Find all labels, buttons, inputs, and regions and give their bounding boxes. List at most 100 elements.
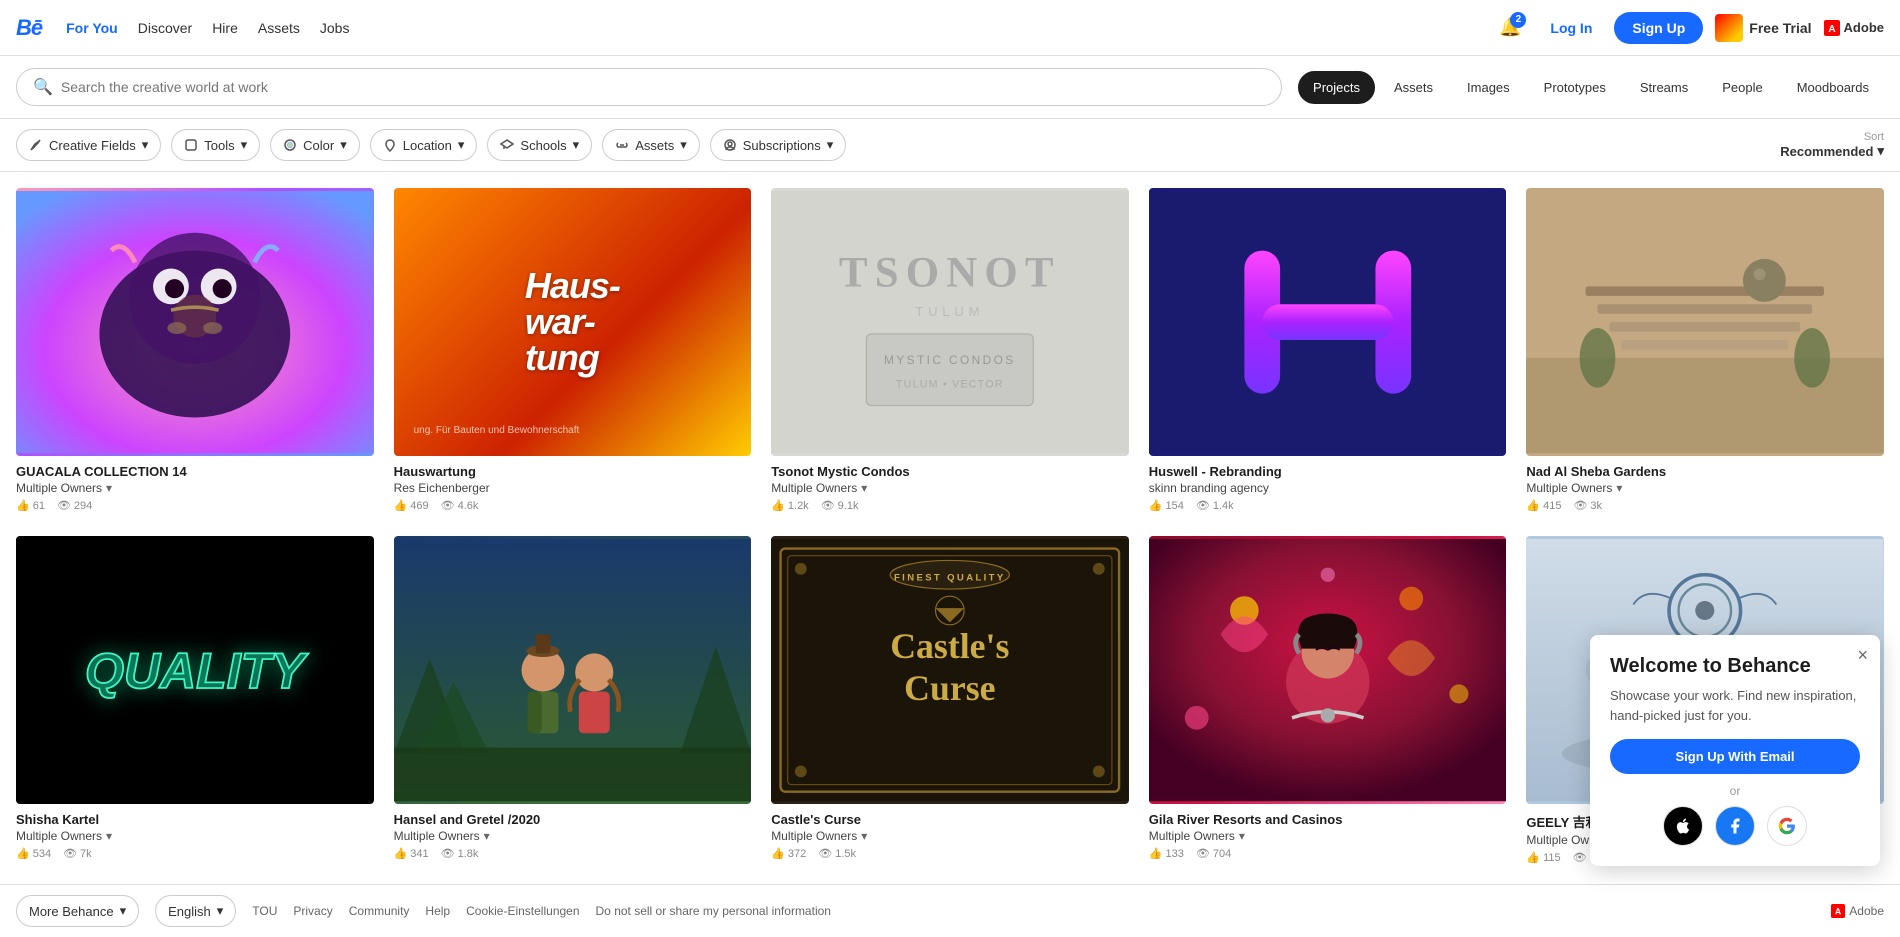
chevron-down-icon-5: ▾ bbox=[573, 137, 580, 153]
view-count-7: 1.8k bbox=[441, 847, 479, 860]
project-author-2: Res Eichenberger bbox=[394, 481, 752, 495]
project-meta-5: Nad Al Sheba Gardens Multiple Owners ▾ 4… bbox=[1526, 456, 1884, 516]
project-thumbnail-9 bbox=[1149, 536, 1507, 804]
more-behance-button[interactable]: More Behance ▾ bbox=[16, 895, 139, 927]
project-author-6: Multiple Owners ▾ bbox=[16, 829, 374, 843]
adobe-cc-icon bbox=[1715, 14, 1743, 42]
chevron-down-icon-footer: ▾ bbox=[120, 903, 127, 919]
svg-text:MYSTIC CONDOS: MYSTIC CONDOS bbox=[884, 353, 1016, 367]
filter-bar: Creative Fields ▾ Tools ▾ Color ▾ Locati… bbox=[0, 119, 1900, 172]
language-selector[interactable]: English ▾ bbox=[155, 895, 236, 927]
popup-or-label: or bbox=[1610, 784, 1860, 798]
author-dropdown-icon-3: ▾ bbox=[861, 481, 867, 495]
behance-logo[interactable]: Bē bbox=[16, 15, 42, 41]
signup-button[interactable]: Sign Up bbox=[1614, 12, 1703, 44]
tab-projects[interactable]: Projects bbox=[1298, 71, 1375, 104]
search-tabs: Projects Assets Images Prototypes Stream… bbox=[1298, 71, 1884, 104]
author-dropdown-icon: ▾ bbox=[106, 481, 112, 495]
chevron-down-icon-2: ▾ bbox=[241, 137, 248, 153]
project-title-2: Hauswartung bbox=[394, 464, 752, 479]
nav-jobs[interactable]: Jobs bbox=[320, 20, 350, 36]
svg-text:FINEST QUALITY: FINEST QUALITY bbox=[894, 573, 1006, 584]
signup-google-button[interactable] bbox=[1767, 806, 1807, 846]
hauswartung-subtitle: ung. Für Bauten und Bewohnerschaft bbox=[414, 425, 732, 436]
project-card-8[interactable]: FINEST QUALITY Castle's Curse Castle's C… bbox=[771, 536, 1129, 868]
project-thumbnail-5 bbox=[1526, 188, 1884, 456]
project-title-1: GUACALA COLLECTION 14 bbox=[16, 464, 374, 479]
project-title-3: Tsonot Mystic Condos bbox=[771, 464, 1129, 479]
nav-assets[interactable]: Assets bbox=[258, 20, 300, 36]
login-button[interactable]: Log In bbox=[1540, 14, 1602, 42]
tab-images[interactable]: Images bbox=[1452, 71, 1525, 104]
project-card-5[interactable]: Nad Al Sheba Gardens Multiple Owners ▾ 4… bbox=[1526, 188, 1884, 516]
sort-value-button[interactable]: Recommended ▾ bbox=[1780, 143, 1884, 159]
hauswartung-text: Haus-war-tung bbox=[394, 188, 752, 456]
project-card-7[interactable]: Hansel and Gretel /2020 Multiple Owners … bbox=[394, 536, 752, 868]
like-count-7: 341 bbox=[394, 847, 429, 860]
svg-text:Curse: Curse bbox=[904, 668, 995, 708]
filter-subscriptions[interactable]: Subscriptions ▾ bbox=[710, 129, 847, 161]
footer-community[interactable]: Community bbox=[349, 904, 410, 918]
project-card-4[interactable]: Huswell - Rebranding skinn branding agen… bbox=[1149, 188, 1507, 516]
filter-assets[interactable]: Assets ▾ bbox=[602, 129, 700, 161]
popup-signup-email-button[interactable]: Sign Up With Email bbox=[1610, 739, 1860, 774]
link-icon bbox=[615, 138, 629, 152]
svg-text:QUALITY: QUALITY bbox=[85, 643, 309, 699]
tab-moodboards[interactable]: Moodboards bbox=[1782, 71, 1884, 104]
search-section: 🔍 Projects Assets Images Prototypes Stre… bbox=[0, 56, 1900, 119]
project-stats-5: 415 3k bbox=[1526, 499, 1884, 512]
nav-discover[interactable]: Discover bbox=[138, 20, 192, 36]
project-thumbnail-4 bbox=[1149, 188, 1507, 456]
project-meta-1: GUACALA COLLECTION 14 Multiple Owners ▾ … bbox=[16, 456, 374, 516]
gila-illustration bbox=[1149, 536, 1507, 804]
free-trial-link[interactable]: Free Trial bbox=[1715, 14, 1811, 42]
footer-privacy[interactable]: Privacy bbox=[293, 904, 332, 918]
notification-button[interactable]: 🔔 2 bbox=[1492, 10, 1528, 46]
popup-title: Welcome to Behance bbox=[1610, 655, 1860, 678]
nav-right: 🔔 2 Log In Sign Up Free Trial A Adobe bbox=[1492, 10, 1884, 46]
tab-assets[interactable]: Assets bbox=[1379, 71, 1448, 104]
view-count-1: 294 bbox=[57, 499, 92, 512]
project-author-8: Multiple Owners ▾ bbox=[771, 829, 1129, 843]
project-title-5: Nad Al Sheba Gardens bbox=[1526, 464, 1884, 479]
project-title-9: Gila River Resorts and Casinos bbox=[1149, 812, 1507, 827]
project-title-7: Hansel and Gretel /2020 bbox=[394, 812, 752, 827]
footer-cookie[interactable]: Cookie-Einstellungen bbox=[466, 904, 579, 918]
signup-apple-button[interactable] bbox=[1663, 806, 1703, 846]
tab-prototypes[interactable]: Prototypes bbox=[1529, 71, 1621, 104]
project-card-1[interactable]: GUACALA COLLECTION 14 Multiple Owners ▾ … bbox=[16, 188, 374, 516]
filter-color[interactable]: Color ▾ bbox=[270, 129, 360, 161]
page-footer: More Behance ▾ English ▾ TOU Privacy Com… bbox=[0, 884, 1900, 937]
project-card-2[interactable]: Haus-war-tung ung. Für Bauten und Bewohn… bbox=[394, 188, 752, 516]
free-trial-label: Free Trial bbox=[1749, 20, 1811, 36]
project-stats-1: 61 294 bbox=[16, 499, 374, 512]
footer-tou[interactable]: TOU bbox=[252, 904, 277, 918]
nav-for-you[interactable]: For You bbox=[66, 20, 118, 36]
tab-people[interactable]: People bbox=[1707, 71, 1777, 104]
sort-label: Sort bbox=[1864, 131, 1884, 143]
shisha-illustration: QUALITY QUALITY bbox=[16, 536, 374, 804]
project-card-9[interactable]: Gila River Resorts and Casinos Multiple … bbox=[1149, 536, 1507, 868]
footer-dnssell[interactable]: Do not sell or share my personal informa… bbox=[596, 904, 831, 918]
project-card-6[interactable]: QUALITY QUALITY Shisha Kartel Multiple O… bbox=[16, 536, 374, 868]
project-meta-4: Huswell - Rebranding skinn branding agen… bbox=[1149, 456, 1507, 516]
filter-schools[interactable]: Schools ▾ bbox=[487, 129, 592, 161]
adobe-logo[interactable]: A Adobe bbox=[1824, 20, 1884, 36]
filter-tools[interactable]: Tools ▾ bbox=[171, 129, 260, 161]
like-count-2: 469 bbox=[394, 499, 429, 512]
search-input[interactable] bbox=[61, 79, 1265, 95]
svg-text:TULUM • VECTOR: TULUM • VECTOR bbox=[896, 379, 1004, 391]
signup-facebook-button[interactable] bbox=[1715, 806, 1755, 846]
popup-close-button[interactable]: × bbox=[1857, 645, 1868, 666]
filter-location[interactable]: Location ▾ bbox=[370, 129, 478, 161]
filter-creative-fields[interactable]: Creative Fields ▾ bbox=[16, 129, 161, 161]
nav-hire[interactable]: Hire bbox=[212, 20, 238, 36]
project-card-3[interactable]: TSONOT TULUM MYSTIC CONDOS TULUM • VECTO… bbox=[771, 188, 1129, 516]
tab-streams[interactable]: Streams bbox=[1625, 71, 1703, 104]
like-count-1: 61 bbox=[16, 499, 45, 512]
chevron-down-icon-6: ▾ bbox=[680, 137, 687, 153]
apple-icon bbox=[1674, 817, 1692, 835]
google-icon bbox=[1778, 817, 1796, 835]
svg-text:Castle's: Castle's bbox=[890, 626, 1009, 666]
footer-help[interactable]: Help bbox=[425, 904, 450, 918]
